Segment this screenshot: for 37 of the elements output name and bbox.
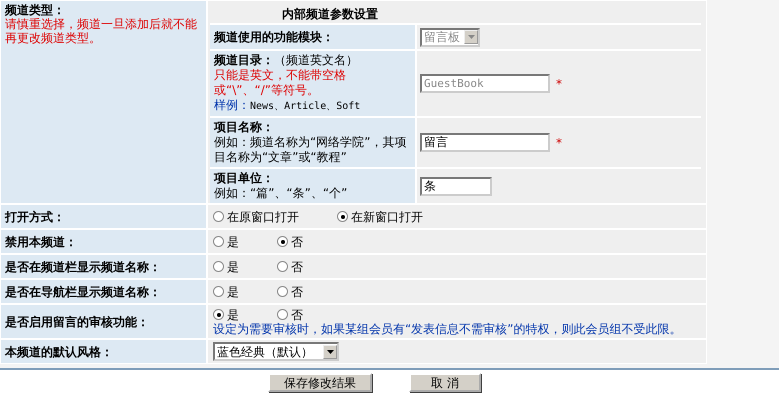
field-label: 禁用本频道： (5, 234, 77, 248)
field-label: 本频道的默认风格： (5, 344, 113, 358)
field-label: 打开方式： (5, 210, 65, 224)
radio-option[interactable]: 在原窗口打开 (213, 209, 299, 224)
field-label: 项目单位： (214, 171, 274, 185)
radio-option[interactable]: 是 (213, 307, 239, 322)
radio-option[interactable]: 否 (277, 259, 303, 274)
cancel-button[interactable]: 取 消 (409, 373, 481, 392)
hint-text: 例如：频道名称为“网络学院”，其项目名称为“文章”或“教程” (214, 135, 408, 165)
required-mark: * (556, 136, 562, 150)
field-label-note: （频道英文名） (274, 53, 358, 67)
example-label: 样例： (214, 98, 250, 112)
radio-option[interactable]: 在新窗口打开 (337, 209, 423, 224)
radio-option[interactable]: 是 (213, 234, 239, 249)
text-field[interactable]: 条 (420, 176, 492, 196)
field-label: 频道使用的功能模块： (214, 30, 334, 44)
field-label: 是否在频道栏显示频道名称： (5, 260, 161, 274)
warning-note: 请慎重选择，频道一旦添加后就不能再更改频道类型。 (5, 17, 198, 45)
radio-option[interactable]: 否 (277, 307, 303, 322)
required-mark: * (556, 76, 562, 90)
radio-option[interactable]: 是 (213, 259, 239, 274)
save-button[interactable]: 保存修改结果 (268, 373, 372, 392)
hint-text: 例如：“篇”、“条”、“个” (214, 186, 348, 201)
section-title: 内部频道参数设置 (282, 7, 378, 21)
warning-note: 只能是英文，不能带空格或“\”、“/”等符号。 (214, 68, 347, 98)
example-text: News、Article、Soft (250, 101, 360, 112)
radio-option[interactable]: 是 (213, 284, 239, 299)
text-field[interactable]: 留言 (420, 133, 550, 152)
radio-option[interactable]: 否 (277, 284, 303, 299)
field-label: 频道类型： (5, 3, 65, 17)
field-label: 是否在导航栏显示频道名称： (5, 284, 161, 298)
field-label: 项目名称： (214, 120, 274, 134)
radio-option[interactable]: 否 (277, 234, 303, 249)
dropdown[interactable]: 蓝色经典（默认） (213, 342, 339, 361)
info-note: 设定为需要审核时，如果某组会员有“发表信息不需审核”的特权，则此会员组不受此限。 (213, 322, 682, 336)
field-label: 频道目录： (214, 53, 274, 67)
field-label: 是否启用留言的审核功能： (5, 314, 149, 328)
